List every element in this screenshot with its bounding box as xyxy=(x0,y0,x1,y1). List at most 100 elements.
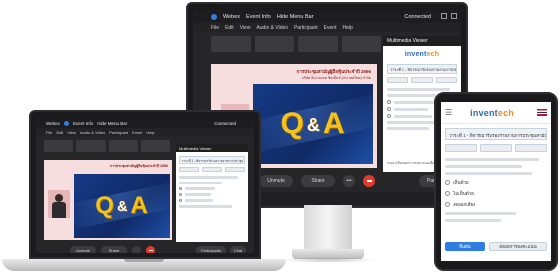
vote-option-reject[interactable]: ไม่เห็นด้วย xyxy=(445,190,547,197)
share-label: Share xyxy=(311,178,325,184)
more-options-button[interactable]: ••• xyxy=(343,175,355,187)
laptop-meeting-controls: Unmute Share xyxy=(70,246,155,253)
leave-meeting-button[interactable] xyxy=(146,246,155,253)
viewer-tab[interactable] xyxy=(225,167,245,172)
qa-label: Q &A xyxy=(280,107,346,140)
unmute-button[interactable]: Unmute xyxy=(70,246,96,253)
video-tile[interactable] xyxy=(44,140,74,152)
viewer-tab[interactable] xyxy=(387,77,409,83)
menu-audio-video[interactable]: Audio & Video xyxy=(256,25,288,31)
menu-participant[interactable]: Participant xyxy=(294,25,318,31)
video-tile[interactable] xyxy=(341,36,381,52)
tablet-tab[interactable] xyxy=(480,144,512,152)
minimize-icon[interactable] xyxy=(441,13,447,19)
menu-audio-video[interactable]: Audio & Video xyxy=(80,130,105,135)
tablet: ☰ inventech วาระที่ 1 - พิจารณารับรองราย… xyxy=(434,92,558,271)
video-tile[interactable] xyxy=(76,140,106,152)
title-item-event-info[interactable]: Event Info xyxy=(246,14,271,20)
slide-subheading: บริษัท อินเวนเทค ซิสเต็มส์ (ประเทศไทย) จ… xyxy=(301,76,372,80)
laptop: Webex Event Info Hide Menu Bar Connected… xyxy=(29,110,261,259)
vote-option-approve[interactable]: เห็นด้วย xyxy=(445,179,547,186)
viewer-tab[interactable] xyxy=(179,167,199,172)
menu-help[interactable]: Help xyxy=(342,25,352,31)
unmute-label: Unmute xyxy=(267,178,285,184)
device-mockup-scene: Webex Event Info Hide Menu Bar Connected… xyxy=(0,0,559,274)
text-line xyxy=(179,176,239,179)
video-tile[interactable] xyxy=(108,140,138,152)
menu-participant[interactable]: Participant xyxy=(109,130,128,135)
connection-status: Connected xyxy=(404,13,431,20)
text-line xyxy=(387,127,429,130)
slide-heading: การประชุมสามัญผู้ถือหุ้นประจำปี 2566 xyxy=(296,69,371,74)
text-line xyxy=(445,219,502,222)
vote-option[interactable] xyxy=(179,193,245,196)
submit-label: ส่งผลการลงคะแนน xyxy=(499,244,537,249)
thai-flag-icon xyxy=(537,109,547,116)
confirm-label: ยืนยัน xyxy=(459,244,471,249)
end-call-icon xyxy=(148,250,153,251)
menu-event[interactable]: Event xyxy=(132,130,142,135)
monitor-meeting-controls: Unmute Share ••• xyxy=(259,175,375,187)
menu-edit[interactable]: Edit xyxy=(225,25,234,31)
laptop-video-tiles xyxy=(44,140,170,152)
qa-graphic: Q &A xyxy=(74,174,170,238)
title-item-webex[interactable]: Webex xyxy=(223,14,240,20)
menu-event[interactable]: Event xyxy=(324,25,337,31)
viewer-tab[interactable] xyxy=(202,167,222,172)
confirm-button[interactable]: ยืนยัน xyxy=(445,242,485,251)
menu-view[interactable]: View xyxy=(67,130,76,135)
more-options-button[interactable] xyxy=(132,246,141,253)
menu-file[interactable]: File xyxy=(211,25,219,31)
unmute-button[interactable]: Unmute xyxy=(259,175,293,187)
menu-view[interactable]: View xyxy=(240,25,251,31)
tablet-tab[interactable] xyxy=(515,144,547,152)
title-item-webex[interactable]: Webex xyxy=(46,121,60,126)
vote-option[interactable] xyxy=(179,187,245,190)
vote-option[interactable] xyxy=(179,199,245,202)
laptop-title-bar: Webex Event Info Hide Menu Bar Connected xyxy=(36,118,254,128)
video-tile[interactable] xyxy=(298,36,338,52)
menu-file[interactable]: File xyxy=(46,130,52,135)
question-header: วาระที่ 1 - พิจารณารับรองรายงานการประชุม… xyxy=(387,64,457,74)
viewer-tab[interactable] xyxy=(411,77,433,83)
tablet-body: เห็นด้วย ไม่เห็นด้วย งดออกเสียง xyxy=(445,158,547,222)
text-line xyxy=(387,94,436,97)
text-line xyxy=(445,212,517,215)
share-label: Share xyxy=(108,248,120,253)
menu-edit[interactable]: Edit xyxy=(56,130,63,135)
hamburger-menu-icon[interactable]: ☰ xyxy=(445,108,452,117)
chat-button[interactable]: Chat xyxy=(230,246,246,253)
video-tile[interactable] xyxy=(254,36,294,52)
monitor-stand-neck xyxy=(304,205,352,253)
viewer-header: Multimedia Viewer xyxy=(383,36,461,46)
viewer-logo: inventech xyxy=(404,50,440,58)
text-line xyxy=(179,205,232,208)
vote-option-abstain[interactable]: งดออกเสียง xyxy=(445,201,547,208)
video-tile[interactable] xyxy=(211,36,251,52)
title-item-hide-menu[interactable]: Hide Menu Bar xyxy=(277,14,314,20)
text-line xyxy=(445,158,539,161)
submit-vote-button[interactable]: ส่งผลการลงคะแนน xyxy=(489,242,547,251)
webex-logo-icon xyxy=(63,120,69,126)
qa-label: Q &A xyxy=(95,192,149,219)
laptop-screen: Webex Event Info Hide Menu Bar Connected… xyxy=(36,118,254,253)
title-item-hide-menu[interactable]: Hide Menu Bar xyxy=(97,121,127,126)
laptop-notch xyxy=(124,259,164,262)
monitor-video-tiles xyxy=(211,36,381,52)
title-item-event-info[interactable]: Event Info xyxy=(73,121,93,126)
share-button[interactable]: Share xyxy=(101,246,127,253)
participants-label: Participants xyxy=(201,248,221,253)
unmute-label: Unmute xyxy=(75,248,90,253)
viewer-header: Multimedia Viewer xyxy=(176,144,248,152)
share-button[interactable]: Share xyxy=(301,175,335,187)
laptop-menu-bar: File Edit View Audio & Video Participant… xyxy=(36,128,254,136)
tablet-action-row: ยืนยัน ส่งผลการลงคะแนน xyxy=(445,242,547,251)
leave-meeting-button[interactable] xyxy=(363,175,375,187)
participants-button[interactable]: Participants xyxy=(196,246,226,253)
video-tile[interactable] xyxy=(140,140,170,152)
viewer-tab[interactable] xyxy=(435,77,457,83)
tablet-tab[interactable] xyxy=(445,144,477,152)
laptop-side-controls: Participants Chat xyxy=(196,246,246,253)
maximize-icon[interactable] xyxy=(451,13,457,19)
menu-help[interactable]: Help xyxy=(146,130,154,135)
